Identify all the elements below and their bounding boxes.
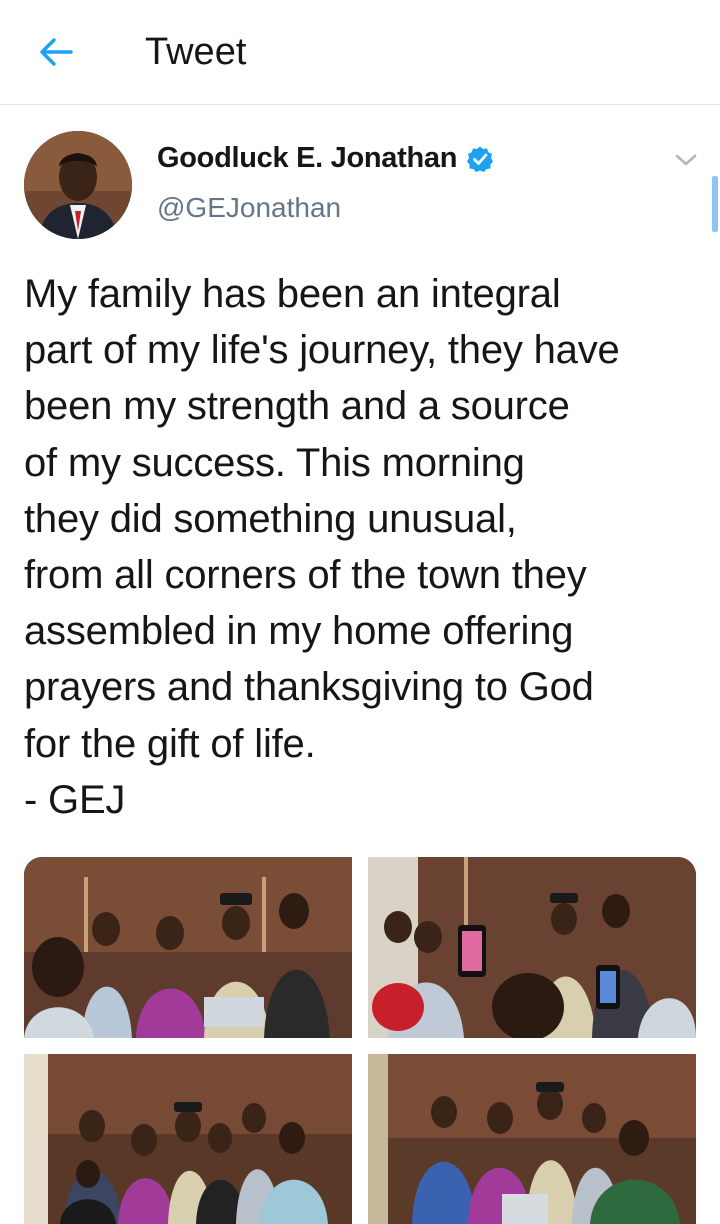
tweet-photo-1[interactable]	[24, 857, 352, 1038]
app-header: Tweet	[0, 0, 720, 105]
chevron-down-icon[interactable]	[672, 146, 700, 174]
back-button[interactable]	[34, 30, 78, 74]
tweet-photo-4[interactable]	[368, 1054, 696, 1224]
arrow-left-icon	[40, 38, 73, 66]
tweet-photo-3[interactable]	[24, 1054, 352, 1224]
author-name-row[interactable]: Goodluck E. Jonathan	[157, 142, 494, 175]
avatar[interactable]	[24, 131, 132, 239]
tweet-text: My family has been an integral part of m…	[24, 272, 620, 822]
author-name[interactable]: Goodluck E. Jonathan	[157, 142, 457, 175]
verified-badge-icon	[467, 146, 494, 172]
scroll-indicator	[712, 176, 718, 232]
page-title: Tweet	[145, 31, 247, 73]
author-handle[interactable]: @GEJonathan	[157, 192, 341, 224]
tweet-photo-2[interactable]	[368, 857, 696, 1038]
